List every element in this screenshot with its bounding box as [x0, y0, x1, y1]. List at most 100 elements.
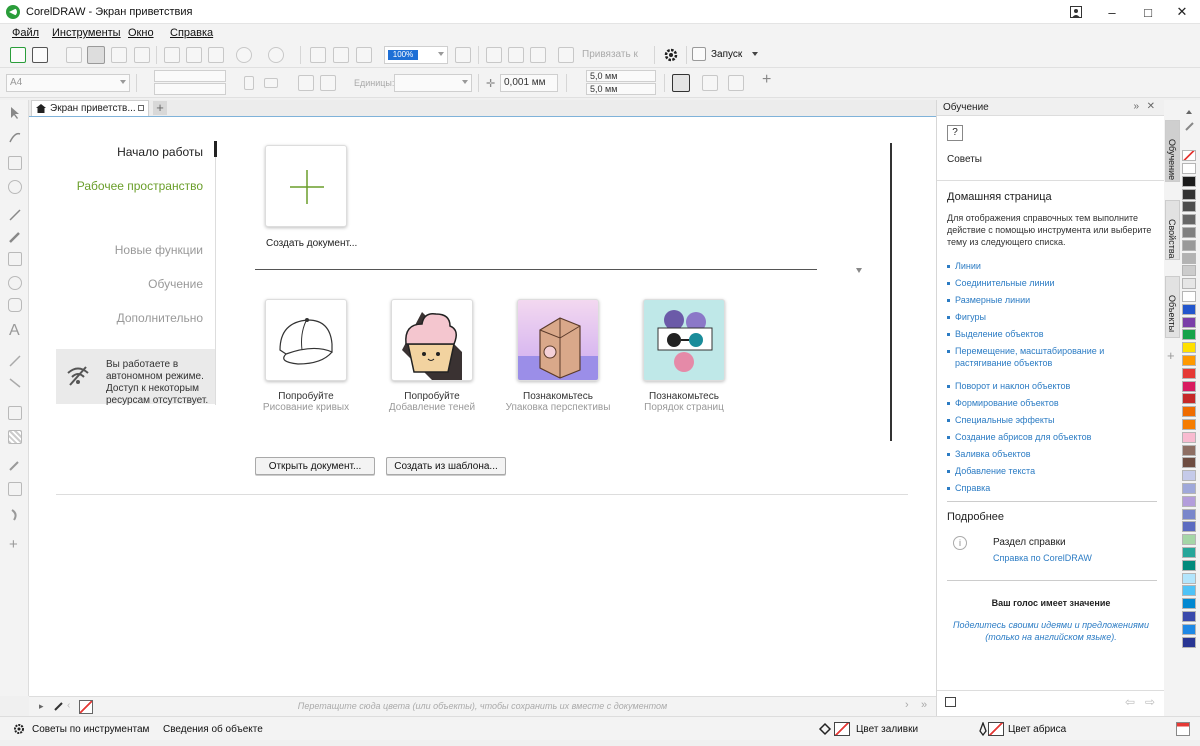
doc-palette-end-icon[interactable]: »	[921, 699, 927, 711]
new-document-label[interactable]: Создать документ...	[266, 238, 357, 249]
docker-tab-objects[interactable]: Объекты	[1165, 276, 1180, 338]
cloud-save-icon[interactable]	[87, 46, 105, 64]
nudge-distance-field[interactable]: 0,001 мм	[500, 74, 558, 92]
all-pages-icon[interactable]	[298, 75, 314, 91]
freehand-tool-icon[interactable]	[8, 208, 22, 222]
outline-color-swatch[interactable]	[988, 722, 1004, 736]
palette-scroll-up-icon[interactable]	[1186, 110, 1192, 114]
interactive-fill-tool-icon[interactable]	[8, 482, 22, 496]
import-icon[interactable]	[310, 47, 326, 63]
color-swatch[interactable]	[1182, 495, 1196, 507]
portrait-icon[interactable]	[244, 76, 254, 90]
color-swatch[interactable]	[1182, 214, 1196, 226]
text-tool-icon[interactable]: A	[9, 322, 20, 340]
options-gear-icon[interactable]	[662, 46, 680, 64]
color-swatch[interactable]	[1182, 367, 1196, 379]
color-swatch[interactable]	[1182, 419, 1196, 430]
nav-extras[interactable]: Дополнительно	[117, 311, 203, 325]
redo-icon[interactable]	[268, 47, 284, 63]
help-link-item[interactable]: Создание абрисов для объектов	[955, 431, 1155, 443]
color-swatch[interactable]	[1182, 534, 1196, 546]
add-tool-plus-icon[interactable]: +	[9, 536, 18, 553]
card-page-order[interactable]	[643, 299, 725, 381]
close-button[interactable]: ✕	[1164, 0, 1200, 24]
home-icon[interactable]	[945, 697, 956, 707]
new-tab-plus-icon[interactable]: +	[153, 101, 167, 115]
docker-tab-learning[interactable]: Обучение	[1165, 120, 1180, 182]
add-docker-plus-icon[interactable]: +	[1167, 348, 1175, 363]
help-link-coreldraw[interactable]: Справка по CorelDRAW	[993, 553, 1092, 563]
account-icon[interactable]	[1058, 0, 1094, 24]
color-proof-icon[interactable]	[1176, 722, 1190, 736]
help-link-item[interactable]: Перемещение, масштабирование и растягива…	[955, 345, 1155, 369]
add-plus-icon[interactable]: +	[762, 71, 771, 89]
help-link-item[interactable]: Размерные линии	[955, 294, 1155, 306]
hints-gear-icon[interactable]	[12, 722, 26, 736]
minimize-button[interactable]: –	[1094, 0, 1130, 24]
open-icon[interactable]	[32, 47, 48, 63]
color-swatch[interactable]	[1182, 291, 1196, 302]
page-size-combo[interactable]: A4	[6, 74, 130, 92]
color-swatch[interactable]	[1182, 457, 1196, 469]
copy-icon[interactable]	[186, 47, 202, 63]
page-width-field[interactable]	[154, 70, 226, 82]
connector-tool-icon[interactable]	[8, 376, 22, 390]
color-swatch[interactable]	[1182, 380, 1196, 392]
menu-help[interactable]: Справка	[170, 27, 213, 39]
scrollbar[interactable]	[890, 143, 892, 441]
color-swatch[interactable]	[1182, 611, 1196, 622]
menu-tools[interactable]: Инструменты	[52, 27, 121, 39]
treat-as-filled-icon[interactable]	[702, 75, 718, 91]
doc-palette-right-icon[interactable]: ›	[905, 699, 909, 711]
color-swatch[interactable]	[1182, 303, 1196, 315]
draw-edge-icon[interactable]	[728, 75, 744, 91]
shape-tool-icon[interactable]	[8, 130, 22, 144]
smart-fill-tool-icon[interactable]	[8, 508, 22, 522]
launch-icon[interactable]	[692, 47, 706, 61]
paste-icon[interactable]	[208, 47, 224, 63]
full-screen-icon[interactable]	[455, 47, 471, 63]
menu-window[interactable]: Окно	[128, 27, 154, 39]
color-swatch[interactable]	[1182, 355, 1196, 366]
help-link-item[interactable]: Формирование объектов	[955, 397, 1155, 409]
pick-tool-icon[interactable]	[8, 106, 22, 120]
nav-whats-new[interactable]: Новые функции	[115, 243, 203, 257]
snap-icon[interactable]	[558, 47, 574, 63]
nav-workspace[interactable]: Рабочее пространство	[77, 179, 203, 193]
duplicate-y-field[interactable]: 5,0 мм	[586, 83, 656, 95]
color-swatch[interactable]	[1182, 239, 1196, 251]
back-arrow-icon[interactable]: ⇦	[1125, 695, 1135, 709]
card-perspective[interactable]	[517, 299, 599, 381]
color-swatch[interactable]	[1182, 572, 1196, 584]
color-swatch[interactable]	[1182, 175, 1196, 187]
launch-label[interactable]: Запуск	[711, 49, 742, 60]
color-swatch[interactable]	[1182, 470, 1196, 482]
tab-restore-icon[interactable]	[138, 105, 144, 111]
page-height-field[interactable]	[154, 83, 226, 95]
color-swatch[interactable]	[1182, 163, 1196, 174]
card-curves[interactable]	[265, 299, 347, 381]
new-document-card[interactable]	[265, 145, 347, 227]
help-link-item[interactable]: Линии	[955, 260, 1155, 272]
color-swatch[interactable]	[1182, 252, 1196, 264]
help-link-item[interactable]: Добавление текста	[955, 465, 1155, 477]
color-swatch[interactable]	[1182, 265, 1196, 277]
page-frame-icon[interactable]	[672, 74, 690, 92]
help-link-item[interactable]: Заливка объектов	[955, 448, 1155, 460]
fill-color-swatch[interactable]	[834, 722, 850, 736]
ellipse-tool-icon[interactable]	[8, 276, 22, 290]
rulers-icon[interactable]	[486, 47, 502, 63]
zoom-tool-icon[interactable]	[8, 180, 22, 194]
menu-file[interactable]: Файл	[12, 27, 39, 39]
duplicate-x-field[interactable]: 5,0 мм	[586, 70, 656, 82]
whats-this-icon[interactable]: ?	[947, 125, 963, 141]
help-link-item[interactable]: Фигуры	[955, 311, 1155, 323]
save-icon[interactable]	[66, 47, 82, 63]
export-pdf-icon[interactable]	[356, 47, 372, 63]
color-swatch[interactable]	[1182, 406, 1196, 418]
eyedropper-tool-icon[interactable]	[8, 458, 22, 472]
cut-icon[interactable]	[164, 47, 180, 63]
color-swatch[interactable]	[1182, 559, 1196, 571]
color-swatch[interactable]	[1182, 431, 1196, 443]
color-swatch[interactable]	[1182, 585, 1196, 597]
